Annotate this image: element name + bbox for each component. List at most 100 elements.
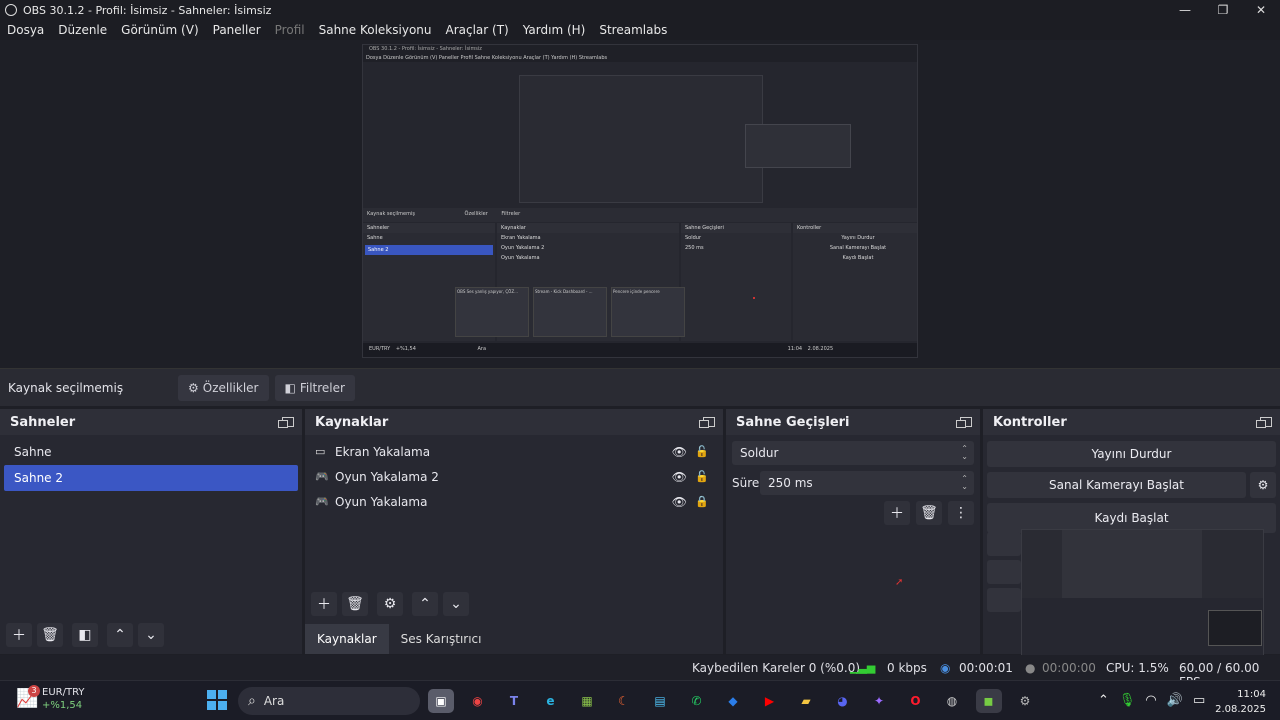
ticker-change: +%1,54 [42, 700, 83, 711]
scenes-dock: Sahneler Sahne Sahne 2 ＋ 🗑 ◧ ⌃ ⌄ [0, 409, 302, 654]
menu-streamlabs[interactable]: Streamlabs [599, 23, 667, 37]
plus-icon: ＋ [12, 628, 26, 644]
properties-button[interactable]: ⚙ Özellikler [178, 374, 269, 401]
battery-icon[interactable]: ▭ [1193, 693, 1205, 708]
spinbox-arrows-icon[interactable]: ⌃ ⌄ [961, 475, 968, 491]
eye-icon[interactable]: 👁 [672, 445, 687, 459]
restore-button[interactable]: ❐ [1204, 0, 1242, 20]
hidden-control-button[interactable] [987, 532, 1021, 556]
gear-icon: ⚙ [1257, 478, 1269, 492]
whatsapp-icon[interactable]: ✆ [684, 689, 710, 713]
chrome-icon[interactable]: ◉ [465, 689, 491, 713]
remove-transition-button[interactable]: 🗑 [916, 501, 942, 525]
file-explorer-icon[interactable]: ▰ [793, 689, 819, 713]
add-source-button[interactable]: ＋ [311, 592, 337, 616]
undock-icon[interactable] [699, 417, 715, 428]
task-view-icon[interactable]: ▣ [428, 689, 454, 713]
speaker-icon[interactable]: 🔊 [1167, 693, 1183, 708]
properties-label: Özellikler [202, 380, 259, 395]
menu-view[interactable]: Görünüm (V) [121, 23, 198, 37]
program-preview[interactable]: OBS 30.1.2 - Profil: İsimsiz - Sahneler:… [362, 44, 918, 358]
edge-icon[interactable]: e [538, 689, 564, 713]
move-scene-down-button[interactable]: ⌄ [138, 623, 164, 647]
game-app-icon[interactable]: ▦ [574, 689, 600, 713]
virtualcam-settings-button[interactable]: ⚙ [1250, 472, 1276, 498]
controls-header: Kontroller [983, 409, 1280, 435]
filter-icon: ◧ [284, 380, 296, 395]
menu-edit[interactable]: Düzenle [58, 23, 107, 37]
tab-audio-mixer[interactable]: Ses Karıştırıcı [389, 624, 494, 654]
undock-icon[interactable] [278, 417, 294, 428]
unlock-icon[interactable]: 🔓 [695, 445, 709, 458]
source-item[interactable]: 🎮 Oyun Yakalama 2 👁 🔓 [305, 464, 723, 489]
source-item[interactable]: ▭ Ekran Yakalama 👁 🔓 [305, 439, 723, 464]
tab-sources[interactable]: Kaynaklar [305, 624, 389, 654]
record-time: 00:00:00 [1042, 661, 1096, 675]
windows-start-icon[interactable] [207, 690, 227, 710]
chevron-up-icon[interactable]: ⌃ [1098, 693, 1109, 708]
undock-icon[interactable] [956, 417, 972, 428]
remove-scene-button[interactable]: 🗑 [37, 623, 63, 647]
trash-icon: 🗑 [920, 505, 938, 521]
undock-icon[interactable] [1256, 417, 1272, 428]
lock-icon[interactable]: 🔒 [695, 495, 709, 508]
ticker-widget[interactable]: 📈 3 EUR/TRY +%1,54 [16, 685, 84, 712]
transition-select[interactable]: Soldur ⌃ ⌄ [732, 441, 974, 465]
add-transition-button[interactable]: ＋ [884, 501, 910, 525]
eye-icon[interactable]: 👁 [672, 470, 687, 484]
hidden-control-button[interactable] [987, 560, 1021, 584]
close-button[interactable]: ✕ [1242, 0, 1280, 20]
scene-item-sahne[interactable]: Sahne [4, 439, 298, 465]
hidden-control-button[interactable] [987, 588, 1021, 612]
preview-record: Kaydı Başlat [842, 255, 874, 261]
minecraft-icon[interactable]: ◼ [975, 689, 1002, 713]
transition-menu-button[interactable]: ⋮ [948, 501, 974, 525]
taskbar-search[interactable]: ⌕ Ara [238, 687, 420, 715]
discord-icon[interactable]: ◕ [830, 689, 856, 713]
source-item[interactable]: 🎮 Oyun Yakalama 👁 🔒 [305, 489, 723, 514]
crescent-app-icon[interactable]: ☾ [611, 689, 637, 713]
start-virtualcam-button[interactable]: Sanal Kamerayı Başlat [987, 472, 1246, 498]
menu-profile[interactable]: Profil [275, 23, 305, 37]
unlock-icon[interactable]: 🔓 [695, 470, 709, 483]
duration-spinbox[interactable]: 250 ms ⌃ ⌄ [760, 471, 974, 495]
preview-controls-dock: Kontroller Yayını Durdur Sanal Kamerayı … [793, 223, 917, 341]
stop-stream-button[interactable]: Yayını Durdur [987, 441, 1276, 467]
preview-stop-stream: Yayını Durdur [841, 235, 875, 241]
microphone-icon[interactable]: 🎙 [1119, 693, 1136, 708]
youtube-icon[interactable]: ▶ [757, 689, 783, 713]
obs-icon[interactable]: ◍ [939, 689, 965, 713]
menu-docks[interactable]: Paneller [213, 23, 261, 37]
move-source-down-button[interactable]: ⌄ [443, 592, 469, 616]
dropbox-icon[interactable]: ◆ [720, 689, 746, 713]
move-source-up-button[interactable]: ⌃ [412, 592, 438, 616]
menu-help[interactable]: Yardım (H) [523, 23, 586, 37]
remove-source-button[interactable]: 🗑 [342, 592, 368, 616]
scene-item-sahne-2[interactable]: Sahne 2 [4, 465, 298, 491]
teams-icon[interactable]: T [501, 689, 527, 713]
monitor-icon: ▭ [315, 445, 326, 458]
search-placeholder: Ara [263, 694, 285, 708]
eye-icon[interactable]: 👁 [672, 495, 687, 509]
chevron-up-icon: ⌃ [114, 627, 126, 643]
source-label: Oyun Yakalama [335, 494, 428, 509]
projector-nested-window [1062, 530, 1202, 598]
source-properties-button[interactable]: ⚙ [377, 592, 403, 616]
settings-icon[interactable]: ⚙ [1012, 689, 1038, 713]
opera-icon[interactable]: O [903, 689, 929, 713]
minimize-button[interactable]: — [1166, 0, 1204, 20]
scene-filters-button[interactable]: ◧ [72, 623, 98, 647]
move-scene-up-button[interactable]: ⌃ [107, 623, 133, 647]
filters-button[interactable]: ◧ Filtreler [274, 374, 355, 401]
preview-transitions-title: Sahne Geçişleri [681, 223, 791, 233]
store-icon[interactable]: ▤ [647, 689, 673, 713]
wifi-icon[interactable]: ◠ [1145, 693, 1156, 708]
add-scene-button[interactable]: ＋ [6, 623, 32, 647]
menu-scene-collection[interactable]: Sahne Koleksiyonu [319, 23, 432, 37]
scenes-toolbar: ＋ 🗑 ◧ ⌃ ⌄ [6, 623, 164, 647]
preview-properties: Özellikler [464, 211, 488, 217]
copilot-icon[interactable]: ✦ [866, 689, 892, 713]
taskbar-clock[interactable]: 11:04 2.08.2025 [1215, 687, 1266, 717]
menu-tools[interactable]: Araçlar (T) [446, 23, 509, 37]
menu-file[interactable]: Dosya [7, 23, 44, 37]
